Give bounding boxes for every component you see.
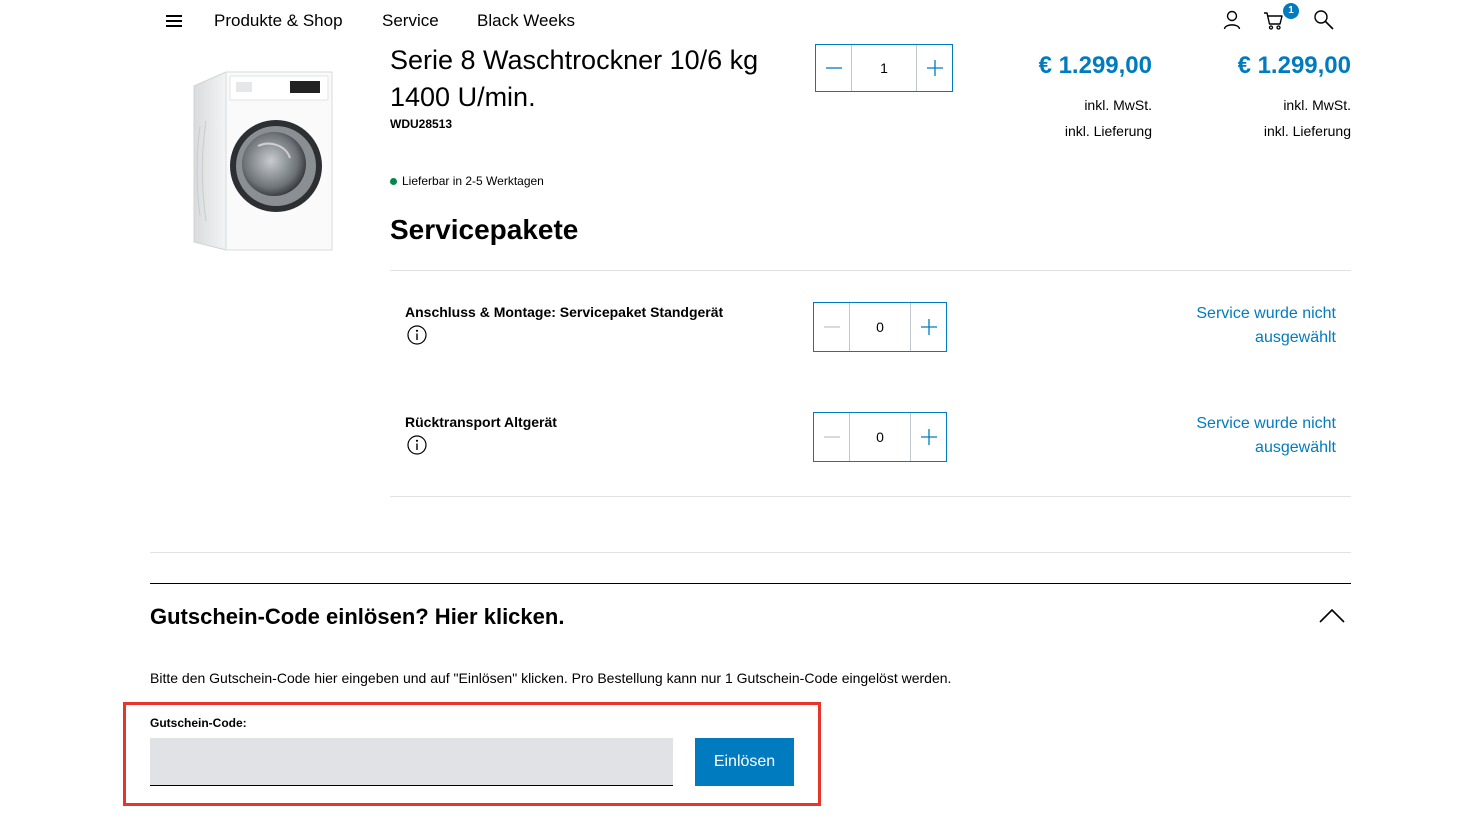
service-status-link[interactable]: Service wurde nicht ausgewählt bbox=[1116, 302, 1336, 350]
product-title: Serie 8 Waschtrockner 10/6 kg 1400 U/min… bbox=[390, 45, 759, 112]
total-price-delivery-note: inkl. Lieferung bbox=[1263, 123, 1351, 139]
service-quantity-value[interactable]: 0 bbox=[850, 303, 910, 351]
total-price: € 1.299,00 bbox=[1237, 52, 1351, 79]
service-quantity-increase-button[interactable] bbox=[910, 413, 946, 461]
product-quantity-decrease-button[interactable] bbox=[816, 45, 852, 91]
service-item-name: Anschluss & Montage: Servicepaket Standg… bbox=[405, 304, 724, 320]
availability-dot-icon bbox=[390, 177, 397, 185]
product-quantity-stepper: 1 bbox=[815, 44, 953, 92]
availability-text: Lieferbar in 2-5 Werktagen bbox=[402, 174, 544, 188]
product-quantity-increase-button[interactable] bbox=[916, 45, 952, 91]
unit-price-delivery-note: inkl. Lieferung bbox=[1064, 123, 1152, 139]
service-quantity-stepper: 0 bbox=[813, 302, 947, 352]
plus-icon bbox=[926, 60, 943, 76]
info-icon[interactable] bbox=[407, 325, 427, 345]
nav-black-weeks[interactable]: Black Weeks bbox=[477, 11, 575, 31]
menu-icon[interactable] bbox=[166, 15, 182, 27]
divider bbox=[150, 583, 1351, 584]
minus-icon bbox=[823, 326, 840, 328]
product-image bbox=[193, 71, 333, 251]
divider bbox=[390, 270, 1351, 271]
unit-price-vat-note: inkl. MwSt. bbox=[1084, 97, 1152, 113]
redeem-voucher-button[interactable]: Einlösen bbox=[695, 738, 794, 786]
availability-status: Lieferbar in 2-5 Werktagen bbox=[390, 174, 544, 188]
service-status-link[interactable]: Service wurde nicht ausgewählt bbox=[1116, 412, 1336, 460]
total-price-vat-note: inkl. MwSt. bbox=[1283, 97, 1351, 113]
nav-service[interactable]: Service bbox=[382, 11, 439, 31]
divider bbox=[390, 496, 1351, 497]
product-quantity-value[interactable]: 1 bbox=[852, 45, 916, 91]
voucher-code-label: Gutschein-Code: bbox=[150, 716, 247, 730]
user-icon[interactable] bbox=[1220, 8, 1244, 32]
voucher-code-input[interactable] bbox=[150, 738, 673, 786]
info-icon[interactable] bbox=[407, 435, 427, 455]
service-item-name: Rücktransport Altgerät bbox=[405, 414, 557, 430]
divider bbox=[150, 552, 1351, 553]
nav-produkte-shop[interactable]: Produkte & Shop bbox=[214, 11, 343, 31]
service-quantity-value[interactable]: 0 bbox=[850, 413, 910, 461]
unit-price: € 1.299,00 bbox=[1038, 52, 1152, 79]
top-navigation: Produkte & Shop Service Black Weeks 1 bbox=[0, 0, 1470, 44]
voucher-accordion-toggle[interactable]: Gutschein-Code einlösen? Hier klicken. bbox=[150, 604, 564, 630]
search-icon[interactable] bbox=[1312, 8, 1336, 32]
service-quantity-decrease-button[interactable] bbox=[814, 413, 850, 461]
service-quantity-stepper: 0 bbox=[813, 412, 947, 462]
plus-icon bbox=[920, 319, 937, 335]
service-quantity-increase-button[interactable] bbox=[910, 303, 946, 351]
minus-icon bbox=[825, 67, 842, 69]
plus-icon bbox=[920, 429, 937, 445]
product-sku: WDU28513 bbox=[390, 117, 453, 131]
voucher-hint: Bitte den Gutschein-Code hier eingeben u… bbox=[150, 670, 952, 686]
cart-count-badge: 1 bbox=[1283, 3, 1299, 19]
service-quantity-decrease-button[interactable] bbox=[814, 303, 850, 351]
minus-icon bbox=[823, 436, 840, 438]
chevron-up-icon[interactable] bbox=[1318, 606, 1346, 626]
service-packages-title: Servicepakete bbox=[390, 214, 579, 245]
